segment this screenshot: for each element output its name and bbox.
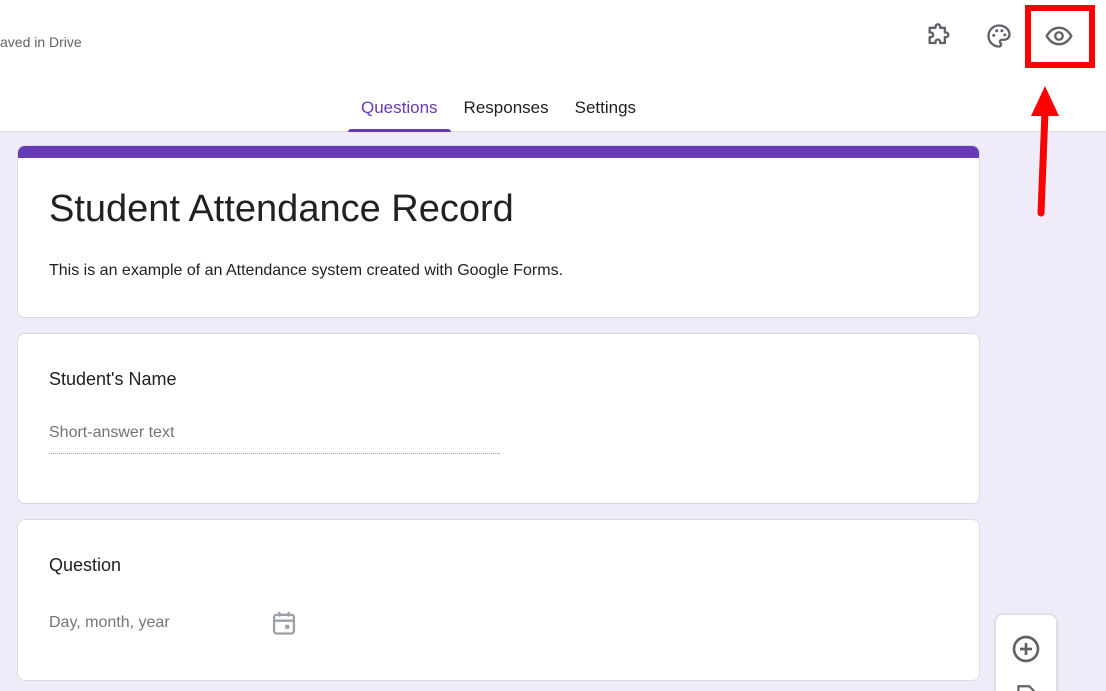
form-description[interactable]: This is an example of an Attendance syst…	[49, 262, 563, 280]
form-tabs: Questions Responses Settings	[348, 86, 649, 132]
question-card[interactable]: Question Day, month, year	[17, 519, 980, 681]
annotation-highlight-box	[1025, 5, 1095, 68]
theme-accent-bar	[18, 146, 979, 158]
question-title[interactable]: Student's Name	[49, 369, 177, 390]
palette-icon	[987, 24, 1011, 48]
add-question-icon[interactable]	[1010, 633, 1042, 665]
short-answer-field: Short-answer text	[49, 424, 500, 454]
customize-theme-button[interactable]	[979, 16, 1019, 56]
tab-questions[interactable]: Questions	[348, 86, 451, 132]
date-field: Day, month, year	[49, 614, 170, 631]
app-header: aved in Drive Questions Responses Settin…	[0, 0, 1106, 132]
floating-toolbar	[995, 614, 1057, 691]
import-questions-icon[interactable]	[1013, 683, 1039, 691]
tab-responses[interactable]: Responses	[451, 86, 562, 132]
annotation-arrow	[1031, 86, 1059, 217]
puzzle-icon	[928, 23, 950, 45]
tab-settings[interactable]: Settings	[562, 86, 649, 132]
calendar-icon	[272, 611, 296, 635]
saved-status: aved in Drive	[0, 34, 82, 50]
form-header-card[interactable]: Student Attendance Record This is an exa…	[17, 145, 980, 318]
question-title[interactable]: Question	[49, 555, 121, 576]
form-title[interactable]: Student Attendance Record	[49, 188, 514, 231]
question-card[interactable]: Student's Name Short-answer text	[17, 333, 980, 504]
addons-button[interactable]	[919, 16, 959, 56]
